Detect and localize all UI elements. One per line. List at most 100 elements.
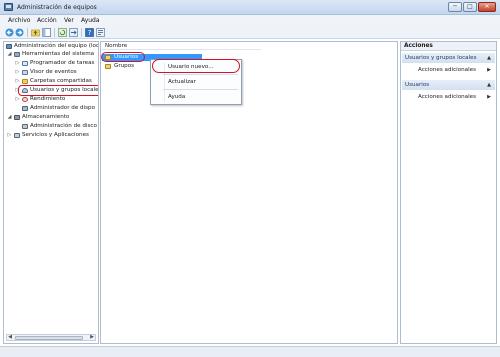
console-tree-pane[interactable]: Administración del equipo (loc ◢ Herrami… — [3, 41, 99, 344]
forward-button[interactable] — [15, 28, 24, 37]
submenu-arrow-icon: ▶ — [487, 67, 491, 73]
tree-label: Programador de tareas — [30, 60, 95, 66]
tree-label: Rendimiento — [30, 96, 66, 102]
tree-label: Carpetas compartidas — [30, 78, 92, 84]
context-item-help[interactable]: Ayuda — [151, 91, 241, 103]
svg-text:?: ? — [88, 29, 92, 37]
performance-icon — [22, 97, 28, 102]
forward-arrow-icon — [15, 28, 24, 37]
tree-item-event-viewer[interactable]: ▷ Visor de eventos — [4, 69, 98, 76]
highlight-oval-tree — [18, 85, 98, 96]
toolbar: ? — [0, 26, 500, 39]
maximize-button[interactable]: □ — [463, 2, 477, 12]
highlight-oval-new-user — [152, 59, 240, 73]
back-arrow-icon — [5, 28, 14, 37]
tree-item-device-manager[interactable]: Administrador de dispo — [4, 105, 98, 112]
expand-arrow-icon: ▷ — [15, 60, 20, 66]
collapse-arrow-icon: ◢ — [7, 51, 12, 57]
expand-arrow-icon: ▷ — [15, 78, 20, 84]
window-title: Administración de equipos — [17, 4, 97, 11]
action-more-actions-2[interactable]: Acciones adicionales ▶ — [402, 92, 495, 102]
tree-label: Visor de eventos — [30, 69, 77, 75]
menu-separator — [163, 74, 238, 75]
actions-section-local-users-groups[interactable]: Usuarios y grupos locales ▲ — [402, 53, 495, 63]
minimize-icon: ─ — [453, 3, 457, 10]
maximize-icon: □ — [467, 3, 473, 10]
close-icon: ✕ — [484, 3, 490, 10]
scroll-left-icon[interactable]: ◀ — [7, 335, 13, 340]
shared-folder-icon — [22, 79, 28, 84]
column-header-name[interactable]: Nombre — [101, 42, 261, 50]
tree-horizontal-scrollbar[interactable]: ◀ ▶ — [6, 334, 96, 341]
folder-icon — [105, 64, 111, 69]
submenu-arrow-icon: ▶ — [487, 94, 491, 100]
tree-label: Herramientas del sistema — [22, 51, 95, 57]
menu-separator — [163, 89, 238, 90]
tree-item-storage[interactable]: ◢ Almacenamiento — [4, 114, 98, 121]
expand-arrow-icon: ▷ — [15, 96, 20, 102]
tree-item-disk-management[interactable]: Administración de disco — [4, 123, 98, 130]
toolbar-separator — [27, 28, 28, 37]
menu-ayuda[interactable]: Ayuda — [81, 17, 100, 24]
refresh-icon — [58, 28, 67, 37]
tree-item-system-tools[interactable]: ◢ Herramientas del sistema — [4, 51, 98, 58]
action-more-actions-1[interactable]: Acciones adicionales ▶ — [402, 65, 495, 75]
tree-item-task-scheduler[interactable]: ▷ Programador de tareas — [4, 60, 98, 67]
tree-label: Almacenamiento — [22, 114, 70, 120]
scrollbar-thumb[interactable] — [15, 336, 83, 340]
computer-management-icon — [4, 3, 13, 11]
services-icon — [14, 133, 20, 138]
scroll-right-icon[interactable]: ▶ — [89, 335, 95, 340]
section-title: Usuarios — [405, 82, 430, 88]
properties-button[interactable] — [96, 28, 105, 37]
up-folder-button[interactable] — [31, 28, 40, 37]
list-item-label: Grupos — [114, 63, 135, 69]
status-bar — [0, 346, 500, 357]
section-title: Usuarios y grupos locales — [405, 55, 477, 61]
help-button[interactable]: ? — [85, 28, 94, 37]
highlight-oval-users — [101, 52, 145, 62]
show-hide-tree-button[interactable] — [42, 28, 51, 37]
tree-item-performance[interactable]: ▷ Rendimiento — [4, 96, 98, 103]
properties-icon — [96, 28, 105, 37]
title-bar[interactable]: Administración de equipos ─ □ ✕ — [0, 0, 500, 15]
toolbar-separator — [81, 28, 82, 37]
export-list-button[interactable] — [69, 28, 78, 37]
menu-bar: Archivo Acción Ver Ayuda — [0, 15, 500, 26]
actions-header: Acciones — [401, 42, 496, 51]
tree-label: Administración de disco — [30, 123, 97, 129]
console-tree-icon — [42, 28, 51, 37]
close-button[interactable]: ✕ — [478, 2, 496, 12]
tree-label: Administrador de dispo — [30, 105, 96, 111]
toolbar-separator — [54, 28, 55, 37]
event-viewer-icon — [22, 70, 28, 75]
back-button[interactable] — [5, 28, 14, 37]
menu-ver[interactable]: Ver — [64, 17, 74, 24]
context-item-refresh[interactable]: Actualizar — [151, 76, 241, 88]
collapse-up-icon: ▲ — [487, 82, 491, 88]
minimize-button[interactable]: ─ — [448, 2, 462, 12]
actions-pane: Acciones Usuarios y grupos locales ▲ Acc… — [400, 41, 497, 344]
disk-icon — [22, 124, 28, 129]
tree-item-shared-folders[interactable]: ▷ Carpetas compartidas — [4, 78, 98, 85]
expand-arrow-icon: ▷ — [7, 132, 12, 138]
collapse-arrow-icon: ◢ — [7, 114, 12, 120]
collapse-up-icon: ▲ — [487, 55, 491, 61]
tools-icon — [14, 52, 20, 57]
device-manager-icon — [22, 106, 28, 111]
tree-item-services-apps[interactable]: ▷ Servicios y Aplicaciones — [4, 132, 98, 139]
help-icon: ? — [85, 28, 94, 37]
tree-item-computer-management[interactable]: Administración del equipo (loc — [4, 43, 99, 50]
storage-icon — [14, 115, 20, 120]
export-icon — [69, 28, 78, 37]
actions-section-users[interactable]: Usuarios ▲ — [402, 80, 495, 90]
computer-icon — [6, 44, 12, 49]
refresh-button[interactable] — [58, 28, 67, 37]
menu-accion[interactable]: Acción — [37, 17, 57, 24]
menu-archivo[interactable]: Archivo — [8, 17, 30, 24]
tree-label: Administración del equipo (loc — [14, 43, 99, 49]
folder-up-icon — [31, 29, 40, 37]
clock-icon — [22, 61, 28, 66]
details-pane[interactable]: Nombre Usuarios Grupos — [100, 41, 398, 344]
action-label: Acciones adicionales — [418, 94, 477, 100]
